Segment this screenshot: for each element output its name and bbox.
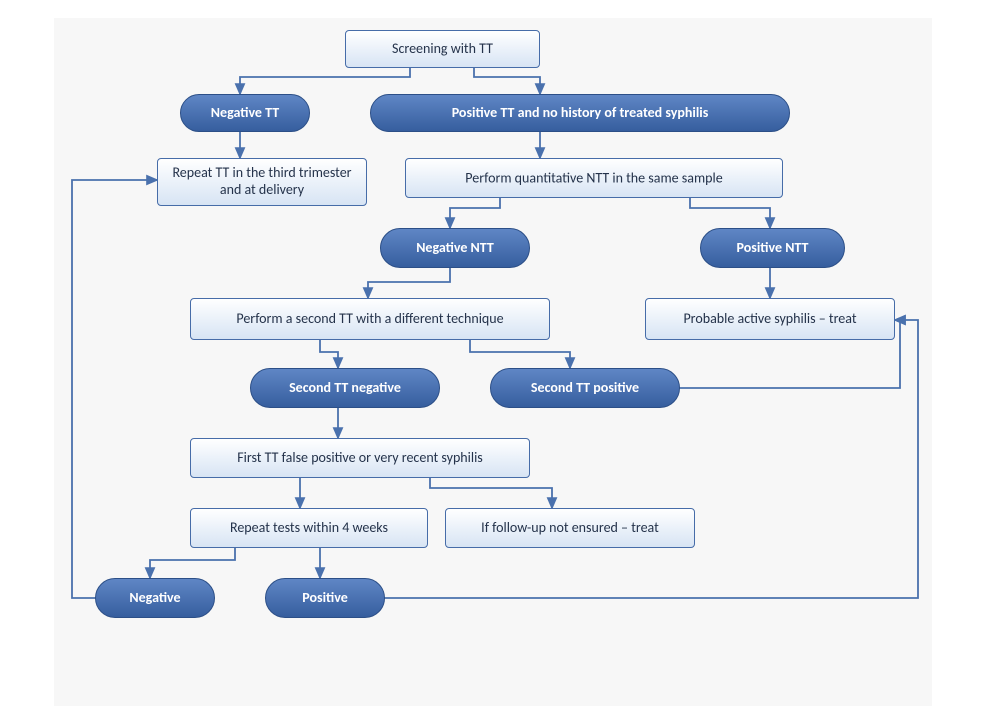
node-perform-ntt: Perform quantitative NTT in the same sam…	[405, 158, 783, 198]
label: Screening with TT	[392, 41, 493, 58]
label: Second TT negative	[289, 380, 401, 397]
label: Probable active syphilis – treat	[683, 311, 856, 328]
label: Repeat tests within 4 weeks	[230, 520, 388, 537]
node-positive-ntt: Positive NTT	[700, 228, 845, 268]
label: Perform quantitative NTT in the same sam…	[465, 168, 722, 187]
label: Perform a second TT with a different tec…	[236, 311, 503, 328]
label: Positive NTT	[737, 240, 809, 257]
label: First TT false positive or very recent s…	[237, 450, 483, 467]
node-negative-ntt: Negative NTT	[380, 228, 530, 268]
node-second-tt-positive: Second TT positive	[490, 368, 680, 408]
label: Negative	[129, 590, 180, 607]
label: Positive	[302, 590, 348, 607]
label: Positive TT and no history of treated sy…	[452, 105, 709, 122]
label: Negative TT	[211, 105, 279, 122]
label: Repeat TT in the third trimester and at …	[168, 165, 356, 199]
node-second-tt-negative: Second TT negative	[250, 368, 440, 408]
label: If follow-up not ensured – treat	[481, 520, 659, 537]
diagram-canvas: Screening with TT Negative TT Positive T…	[0, 0, 986, 724]
node-probable-active: Probable active syphilis – treat	[645, 298, 895, 340]
label: Second TT positive	[531, 380, 639, 397]
node-repeat-tt: Repeat TT in the third trimester and at …	[157, 158, 367, 206]
node-start: Screening with TT	[345, 30, 540, 68]
node-final-positive: Positive	[265, 578, 385, 618]
node-repeat-4-weeks: Repeat tests within 4 weeks	[190, 508, 428, 548]
node-positive-tt: Positive TT and no history of treated sy…	[370, 94, 790, 132]
node-second-tt: Perform a second TT with a different tec…	[190, 298, 550, 340]
label: Negative NTT	[416, 240, 494, 257]
node-negative-tt: Negative TT	[180, 94, 310, 132]
node-final-negative: Negative	[95, 578, 215, 618]
node-no-followup-treat: If follow-up not ensured – treat	[445, 508, 695, 548]
node-first-tt-false-positive: First TT false positive or very recent s…	[190, 438, 530, 478]
